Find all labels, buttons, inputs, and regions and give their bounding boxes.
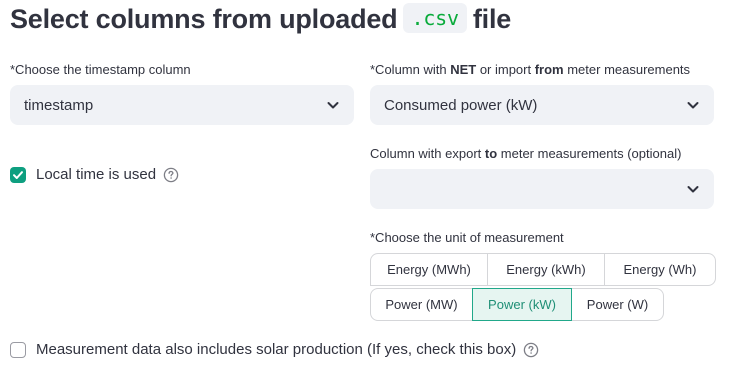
local-time-label: Local time is used: [36, 166, 157, 183]
help-icon[interactable]: [523, 342, 539, 358]
export-label-prefix: Column with export: [370, 146, 485, 161]
unit-option-power-kw[interactable]: Power (kW): [472, 288, 572, 321]
local-time-checkbox[interactable]: Local time is used: [10, 166, 179, 183]
checkbox-checked-icon[interactable]: [10, 166, 26, 183]
unit-option-power-mw[interactable]: Power (MW): [370, 288, 473, 321]
unit-option-energy-kwh[interactable]: Energy (kWh): [487, 253, 605, 286]
unit-option-power-w[interactable]: Power (W): [571, 288, 664, 321]
unit-row-energy: Energy (MWh) Energy (kWh) Energy (Wh): [370, 253, 716, 286]
chevron-down-icon: [687, 102, 699, 109]
net-label-bold-from: from: [534, 62, 564, 77]
unit-option-energy-mwh[interactable]: Energy (MWh): [370, 253, 488, 286]
unit-label: *Choose the unit of measurement: [370, 230, 564, 245]
unit-row-power: Power (MW) Power (kW) Power (W): [370, 288, 664, 321]
chevron-down-icon: [327, 102, 339, 109]
net-label-mid: or import: [476, 62, 535, 77]
net-column-select[interactable]: Consumed power (kW): [370, 85, 714, 125]
help-icon[interactable]: [163, 167, 179, 183]
export-column-label: Column with export to meter measurements…: [370, 146, 681, 161]
net-label-bold-net: NET: [450, 62, 477, 77]
title-suffix: file: [472, 4, 512, 34]
checkbox-unchecked-icon[interactable]: [10, 341, 26, 358]
export-label-bold-to: to: [484, 146, 498, 161]
export-column-select[interactable]: [370, 169, 714, 209]
net-label-suffix: meter measurements: [563, 62, 691, 77]
page-title: Select columns from uploaded .csv file: [10, 3, 512, 36]
file-extension-code: .csv: [403, 3, 467, 33]
net-select-value: Consumed power (kW): [384, 96, 538, 114]
chevron-down-icon: [687, 186, 699, 193]
solar-production-label: Measurement data also includes solar pro…: [36, 341, 517, 358]
timestamp-column-select[interactable]: timestamp: [10, 85, 354, 125]
title-text: Select columns from uploaded: [10, 4, 398, 34]
timestamp-select-value: timestamp: [24, 96, 94, 114]
net-column-label: *Column with NET or import from meter me…: [370, 62, 690, 77]
timestamp-column-label: *Choose the timestamp column: [10, 62, 191, 77]
solar-production-checkbox[interactable]: Measurement data also includes solar pro…: [10, 341, 539, 358]
export-label-suffix: meter measurements (optional): [497, 146, 682, 161]
unit-option-energy-wh[interactable]: Energy (Wh): [604, 253, 716, 286]
net-label-prefix: *Column with: [370, 62, 451, 77]
